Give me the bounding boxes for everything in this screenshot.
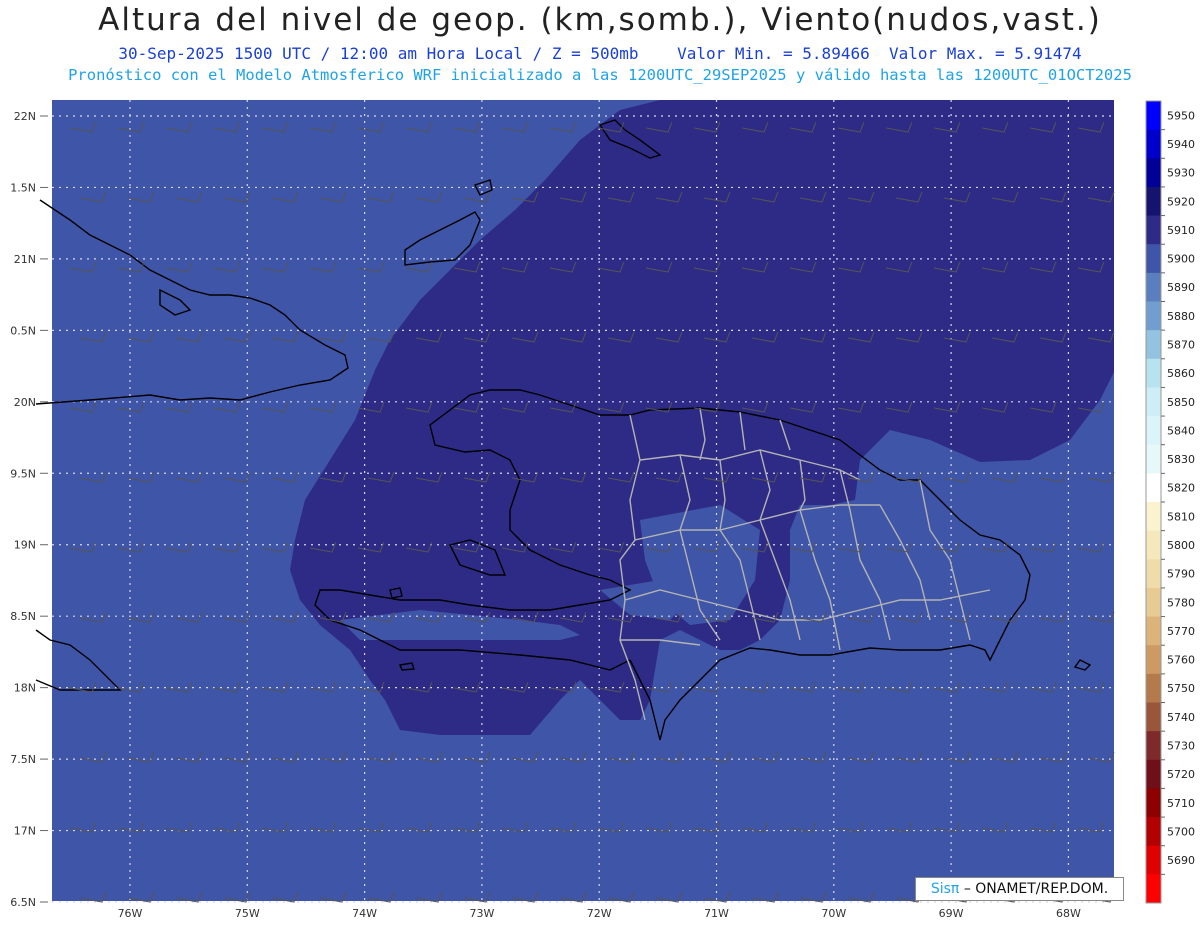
colorbar-label: 5770 (1167, 625, 1195, 638)
longitude-labels: 76W 75W 74W 73W 72W 71W 70W 69W 68W (118, 907, 1081, 920)
colorbar-label: 5690 (1167, 854, 1195, 867)
colorbar-label: 5840 (1167, 424, 1195, 437)
lon-label: 72W (587, 907, 612, 920)
colorbar-label: 5720 (1167, 768, 1195, 781)
colorbar-label: 5900 (1167, 253, 1195, 266)
colorbar: 5950 5940 5930 5920 5910 5900 5890 5880 5870 5860… (1145, 100, 1195, 904)
colorbar-swatch (1146, 845, 1161, 875)
credit-sis: Sisπ (930, 881, 960, 897)
lat-label: 19N (14, 539, 36, 552)
subtitle-date-text: 30-Sep-2025 1500 UTC / 12:00 am Hora Loc… (118, 44, 639, 63)
colorbar-swatch (1146, 702, 1161, 732)
credit-box: Sisπ – ONAMET/REP.DOM. (915, 877, 1124, 901)
colorbar-swatch (1146, 759, 1161, 789)
colorbar-label: 5800 (1167, 539, 1195, 552)
colorbar-swatch (1146, 244, 1161, 274)
colorbar-label: 5700 (1167, 825, 1195, 838)
lon-label: 73W (469, 907, 494, 920)
colorbar-swatch (1146, 587, 1161, 618)
colorbar-swatch (1146, 186, 1161, 217)
colorbar-label: 5850 (1167, 396, 1195, 409)
colorbar-swatch (1146, 473, 1161, 503)
colorbar-swatch (1146, 272, 1161, 302)
colorbar-swatch (1146, 530, 1161, 560)
colorbar-label: 5820 (1167, 482, 1195, 495)
colorbar-swatch (1146, 101, 1161, 131)
colorbar-label: 5930 (1167, 167, 1195, 180)
colorbar-swatch (1146, 559, 1161, 589)
lon-label: 75W (235, 907, 260, 920)
colorbar-label: 5710 (1167, 797, 1195, 810)
colorbar-label: 5780 (1167, 596, 1195, 609)
subtitle-date: 30-Sep-2025 1500 UTC / 12:00 am Hora Loc… (0, 44, 1200, 63)
colorbar-swatch (1146, 731, 1161, 761)
colorbar-swatch (1146, 301, 1161, 331)
lat-label: 21N (14, 253, 36, 266)
colorbar-swatch (1146, 874, 1161, 904)
colorbar-label: 5830 (1167, 453, 1195, 466)
colorbar-label: 5910 (1167, 224, 1195, 237)
colorbar-swatch (1146, 502, 1161, 532)
colorbar-label: 5790 (1167, 568, 1195, 581)
lat-label: 6.5N (10, 896, 36, 909)
colorbar-swatch (1146, 788, 1161, 818)
colorbar-swatch (1146, 616, 1161, 646)
credit-org: – ONAMET/REP.DOM. (963, 881, 1109, 897)
colorbar-swatch (1146, 645, 1161, 675)
colorbar-label: 5880 (1167, 310, 1195, 323)
map-title: Altura del nivel de geop. (km,somb.), Vi… (98, 2, 1102, 38)
colorbar-swatch (1146, 358, 1161, 388)
colorbar-swatch (1146, 158, 1161, 188)
lat-label: 18N (14, 682, 36, 695)
lon-label: 68W (1056, 907, 1081, 920)
lat-label: 9.5N (10, 467, 36, 480)
lat-label: 22N (14, 110, 36, 123)
colorbar-label: 5740 (1167, 711, 1195, 724)
lat-label: 1.5N (10, 181, 36, 194)
colorbar-swatch (1146, 330, 1161, 360)
lat-label: 17N (14, 825, 36, 838)
lon-label: 74W (352, 907, 377, 920)
subtitle-max: Valor Max. = 5.91474 (888, 44, 1082, 63)
colorbar-label: 5940 (1167, 138, 1195, 151)
colorbar-swatch (1146, 444, 1161, 474)
colorbar-swatch (1146, 215, 1161, 245)
latitude-labels: 22N 1.5N 21N 0.5N 20N 9.5N 19N 8.5N 18N 7.5N 17N 6.… (10, 110, 48, 909)
colorbar-label: 5810 (1167, 510, 1195, 523)
colorbar-label: 5860 (1167, 367, 1195, 380)
lon-label: 76W (118, 907, 143, 920)
lat-label: 7.5N (10, 753, 36, 766)
colorbar-swatch (1146, 416, 1161, 446)
colorbar-swatch (1146, 129, 1161, 159)
colorbar-label: 5750 (1167, 682, 1195, 695)
colorbar-swatch (1146, 817, 1161, 847)
colorbar-label: 5730 (1167, 739, 1195, 752)
colorbar-label: 5870 (1167, 338, 1195, 351)
lon-label: 69W (939, 907, 964, 920)
colorbar-label: 5890 (1167, 281, 1195, 294)
colorbar-swatch (1146, 387, 1161, 417)
lon-label: 70W (821, 907, 846, 920)
colorbar-swatch (1146, 673, 1161, 703)
lat-label: 0.5N (10, 324, 36, 337)
lat-label: 8.5N (10, 610, 36, 623)
colorbar-label: 5950 (1167, 109, 1195, 122)
lon-label: 71W (704, 907, 729, 920)
lat-label: 20N (14, 396, 36, 409)
forecast-map: 22N 1.5N 21N 0.5N 20N 9.5N 19N 8.5N 18N 7.5N 17N 6.… (10, 100, 1195, 920)
colorbar-label: 5760 (1167, 654, 1195, 667)
subtitle-min: Valor Min. = 5.89466 (677, 44, 870, 63)
colorbar-label: 5920 (1167, 195, 1195, 208)
subtitle-model: Pronóstico con el Modelo Atmosferico WRF… (68, 66, 1132, 84)
